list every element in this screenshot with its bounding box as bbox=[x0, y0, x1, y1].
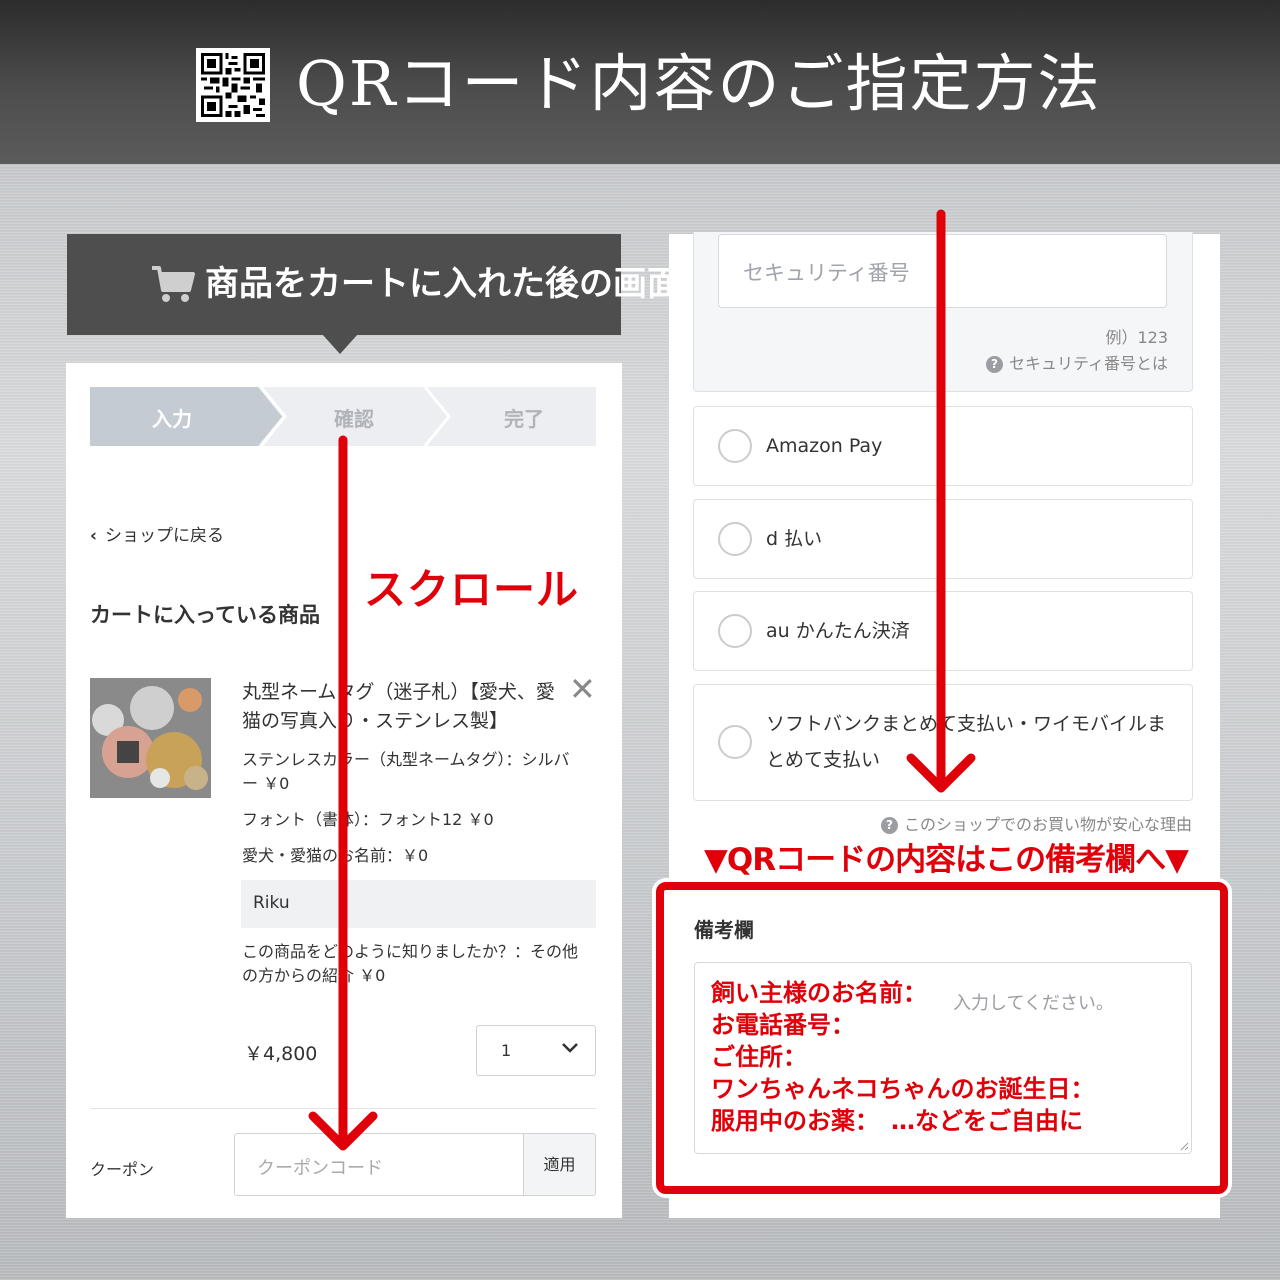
security-code-box: セキュリティ番号 例）123 ? セキュリティ番号とは bbox=[693, 232, 1193, 392]
screen-caption: 商品をカートに入れた後の画面 bbox=[67, 234, 681, 335]
quantity-value: 1 bbox=[501, 1041, 512, 1060]
product-price: ￥4,800 bbox=[244, 1043, 318, 1065]
step-complete: 完了 bbox=[504, 407, 544, 431]
option-color: ステンレスカラー（丸型ネームタグ）：シルバー ￥0 bbox=[242, 750, 570, 793]
resize-grip-icon[interactable] bbox=[1179, 1141, 1189, 1151]
security-code-help-link[interactable]: ? セキュリティ番号とは bbox=[985, 350, 1168, 374]
payment-option-au[interactable]: au かんたん決済 bbox=[693, 591, 1193, 671]
checkout-steps: 入力 確認 完了 bbox=[90, 387, 596, 446]
security-help-label: セキュリティ番号とは bbox=[1008, 354, 1168, 373]
radio-button[interactable] bbox=[718, 429, 752, 463]
caption-pointer bbox=[322, 334, 358, 354]
payment-option-amazon-pay[interactable]: Amazon Pay bbox=[693, 406, 1193, 486]
memo-example-text: 飼い主様のお名前： お電話番号： ご住所： ワンちゃんネコちゃんのお誕生日： 服… bbox=[711, 977, 1095, 1137]
payment-label: au かんたん決済 bbox=[766, 620, 910, 642]
coupon-label: クーポン bbox=[90, 1160, 155, 1179]
memo-callout: ▼QRコードの内容はこの備考欄へ▼ bbox=[704, 842, 1189, 878]
memo-line: お電話番号： bbox=[711, 1011, 855, 1039]
payment-option-softbank[interactable]: ソフトバンクまとめて支払い・ワイモバイルまとめて支払い bbox=[693, 684, 1193, 801]
memo-line: 飼い主様のお名前： bbox=[711, 979, 927, 1007]
back-link-label: ショップに戻る bbox=[105, 526, 225, 546]
radio-button[interactable] bbox=[718, 522, 752, 556]
pet-name-value: Riku bbox=[241, 880, 596, 928]
back-to-shop-link[interactable]: ‹ ショップに戻る bbox=[90, 521, 224, 546]
header-banner: QRコード内容のご指定方法 bbox=[0, 0, 1280, 164]
product-name: 丸型ネームタグ（迷子札）【愛犬、愛猫の写真入り・ステンレス製】 bbox=[242, 681, 555, 732]
memo-line: 服用中のお薬： …などをご自由に bbox=[711, 1107, 1083, 1135]
memo-line: ワンちゃんネコちゃんのお誕生日： bbox=[711, 1075, 1095, 1103]
chevron-left-icon: ‹ bbox=[90, 526, 98, 546]
radio-button[interactable] bbox=[718, 614, 752, 648]
help-icon: ? bbox=[985, 356, 1003, 373]
payment-label: ソフトバンクまとめて支払い・ワイモバイルまとめて支払い bbox=[766, 713, 1166, 771]
memo-highlight: 備考欄 入力してください。 飼い主様のお名前： お電話番号： ご住所： ワンちゃ… bbox=[656, 882, 1228, 1194]
quantity-select[interactable]: 1 bbox=[476, 1025, 596, 1076]
help-icon: ? bbox=[880, 817, 898, 834]
product-image bbox=[90, 678, 211, 798]
option-font: フォント（書体）：フォント12 ￥0 bbox=[242, 810, 494, 829]
reason-label: このショップでのお買い物が安心な理由 bbox=[903, 815, 1192, 834]
payment-label: d 払い bbox=[766, 528, 823, 550]
shop-trust-link[interactable]: ? このショップでのお買い物が安心な理由 bbox=[880, 811, 1192, 835]
coupon-input[interactable]: クーポンコード bbox=[234, 1133, 524, 1196]
caption-text: 商品をカートに入れた後の画面 bbox=[205, 264, 681, 304]
security-code-example: 例）123 bbox=[1105, 328, 1168, 347]
scroll-annotation: スクロール bbox=[364, 565, 580, 614]
step-confirm: 確認 bbox=[334, 407, 374, 431]
radio-button[interactable] bbox=[718, 725, 752, 759]
security-code-input[interactable]: セキュリティ番号 bbox=[718, 234, 1167, 308]
step-input: 入力 bbox=[152, 407, 192, 431]
page-title: QRコード内容のご指定方法 bbox=[296, 47, 1102, 120]
option-pet-name: 愛犬・愛猫のお名前：￥0 bbox=[242, 846, 429, 865]
divider bbox=[90, 1108, 596, 1109]
remove-item-icon[interactable]: ✕ bbox=[569, 673, 596, 705]
payment-label: Amazon Pay bbox=[766, 435, 883, 457]
payment-option-d-barai[interactable]: d 払い bbox=[693, 499, 1193, 579]
cart-icon bbox=[152, 266, 195, 302]
chevron-down-icon bbox=[562, 1043, 578, 1053]
coupon-apply-button[interactable]: 適用 bbox=[523, 1133, 596, 1196]
cart-heading: カートに入っている商品 bbox=[90, 603, 320, 627]
option-referral: この商品をどのように知りましたか？：その他の方からの紹介 ￥0 bbox=[242, 942, 579, 985]
memo-title: 備考欄 bbox=[694, 918, 754, 942]
qr-code-icon bbox=[196, 48, 270, 122]
memo-textarea[interactable]: 入力してください。 飼い主様のお名前： お電話番号： ご住所： ワンちゃんネコち… bbox=[694, 962, 1192, 1154]
cart-screen: 入力 確認 完了 ‹ ショップに戻る カートに入っている商品 丸型ネームタグ（迷子… bbox=[66, 363, 622, 1218]
memo-line: ご住所： bbox=[711, 1043, 807, 1071]
